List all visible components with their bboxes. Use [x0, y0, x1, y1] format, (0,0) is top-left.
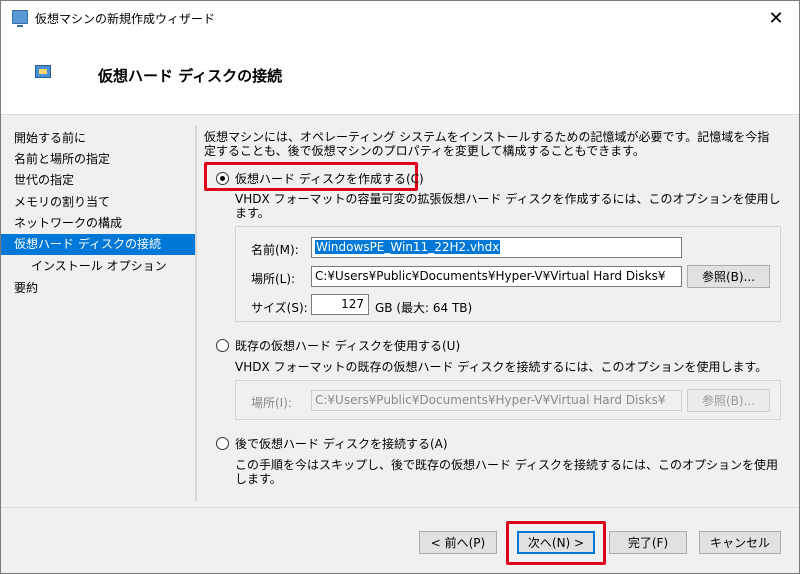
- radio-attach-later[interactable]: 後で仮想ハード ディスクを接続する(A): [216, 435, 448, 452]
- virtual-disk-icon: [35, 65, 51, 78]
- existing-location-input[interactable]: C:¥Users¥Public¥Documents¥Hyper-V¥Virtua…: [311, 390, 682, 411]
- name-input[interactable]: WindowsPE_Win11_22H2.vhdx: [311, 237, 682, 258]
- sidebar-item-networking[interactable]: ネットワークの構成: [1, 213, 195, 234]
- size-label: サイズ(S):: [251, 301, 308, 315]
- window-title: 仮想マシンの新規作成ウィザード: [35, 12, 216, 26]
- footer-divider: [1, 507, 799, 508]
- attach-later-description: この手順を今はスキップし、後で既存の仮想ハード ディスクを接続するには、このオプ…: [235, 458, 778, 486]
- sidebar-item-summary[interactable]: 要約: [1, 278, 195, 299]
- intro-text: 仮想マシンには、オペレーティング システムをインストールするための記憶域が必要で…: [204, 130, 770, 158]
- radio-attach-later-label: 後で仮想ハード ディスクを接続する(A): [235, 437, 448, 451]
- hyper-v-app-icon: [12, 10, 28, 27]
- size-input[interactable]: 127: [311, 294, 369, 315]
- wizard-steps-nav: 開始する前に 名前と場所の指定 世代の指定 メモリの割り当て ネットワークの構成…: [1, 116, 197, 506]
- use-existing-group: 場所(I): C:¥Users¥Public¥Documents¥Hyper-V…: [235, 380, 781, 420]
- name-label: 名前(M):: [251, 243, 299, 257]
- main-panel: 仮想マシンには、オペレーティング システムをインストールするための記憶域が必要で…: [204, 124, 794, 506]
- location-input[interactable]: C:¥Users¥Public¥Documents¥Hyper-V¥Virtua…: [311, 266, 682, 287]
- size-unit-text: GB (最大: 64 TB): [375, 301, 473, 315]
- sidebar-item-generation[interactable]: 世代の指定: [1, 170, 195, 191]
- page-title: 仮想ハード ディスクの接続: [98, 67, 283, 85]
- sidebar-divider: [195, 125, 197, 501]
- location-label: 場所(L):: [251, 272, 296, 286]
- wizard-window: 仮想マシンの新規作成ウィザード ✕ 仮想ハード ディスクの接続 開始する前に 名…: [0, 0, 800, 574]
- cancel-button[interactable]: キャンセル: [699, 531, 781, 554]
- create-vhd-description: VHDX フォーマットの容量可変の拡張仮想ハード ディスクを作成するには、このオ…: [235, 192, 781, 220]
- sidebar-item-connect-vhd[interactable]: 仮想ハード ディスクの接続: [1, 234, 195, 255]
- radio-create-vhd-label: 仮想ハード ディスクを作成する(C): [235, 172, 424, 186]
- wizard-header: 仮想ハード ディスクの接続: [1, 35, 799, 115]
- create-vhd-group: 名前(M): WindowsPE_Win11_22H2.vhdx 場所(L): …: [235, 226, 781, 322]
- radio-use-existing-label: 既存の仮想ハード ディスクを使用する(U): [235, 339, 461, 353]
- previous-button[interactable]: < 前へ(P): [419, 531, 497, 554]
- title-bar: 仮想マシンの新規作成ウィザード ✕: [1, 1, 799, 35]
- sidebar-item-before-you-begin[interactable]: 開始する前に: [1, 128, 195, 149]
- sidebar-item-memory[interactable]: メモリの割り当て: [1, 192, 195, 213]
- radio-use-existing-vhd[interactable]: 既存の仮想ハード ディスクを使用する(U): [216, 337, 460, 354]
- radio-button-unchecked[interactable]: [216, 437, 229, 450]
- browse-button[interactable]: 参照(B)...: [687, 265, 770, 288]
- existing-location-label: 場所(I):: [251, 396, 292, 410]
- close-button[interactable]: ✕: [753, 1, 799, 35]
- sidebar-item-name-location[interactable]: 名前と場所の指定: [1, 149, 195, 170]
- radio-button-checked[interactable]: [216, 172, 229, 185]
- sidebar-item-installation-options[interactable]: インストール オプション: [1, 256, 195, 277]
- existing-browse-button[interactable]: 参照(B)...: [687, 389, 770, 412]
- radio-create-vhd[interactable]: 仮想ハード ディスクを作成する(C): [216, 170, 424, 187]
- finish-button[interactable]: 完了(F): [609, 531, 687, 554]
- next-button[interactable]: 次へ(N) >: [517, 531, 595, 554]
- use-existing-description: VHDX フォーマットの既存の仮想ハード ディスクを接続するには、このオプション…: [235, 360, 768, 374]
- radio-button-unchecked[interactable]: [216, 339, 229, 352]
